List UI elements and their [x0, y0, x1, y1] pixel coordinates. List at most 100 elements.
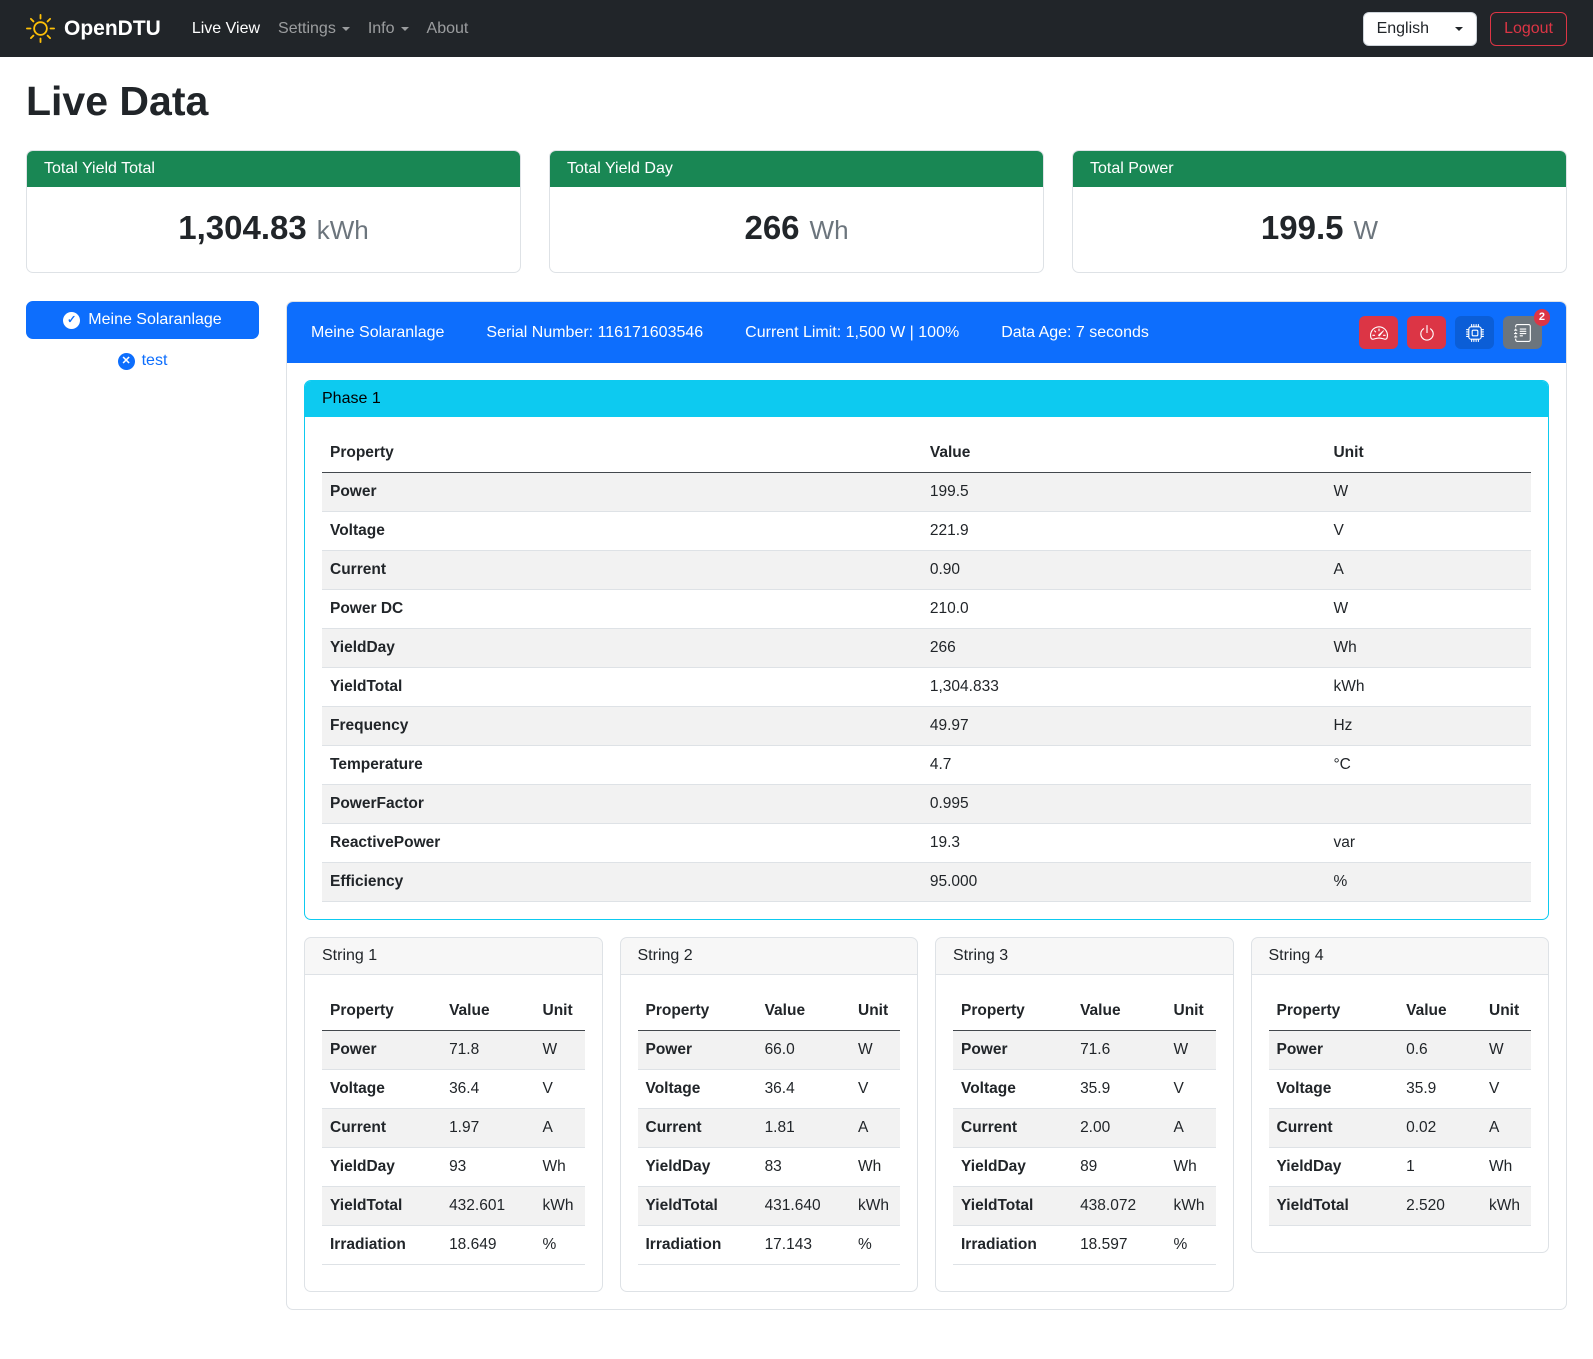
- table-row: Power 66.0 W: [638, 1031, 901, 1070]
- unit-cell: A: [1166, 1109, 1216, 1148]
- property-cell: Irradiation: [638, 1226, 757, 1265]
- value-cell: 199.5: [922, 473, 1326, 512]
- value-cell: 432.601: [441, 1187, 534, 1226]
- value-cell: 36.4: [441, 1070, 534, 1109]
- unit-cell: Wh: [850, 1148, 900, 1187]
- inverter-select-button[interactable]: ✓ Meine Solaranlage: [26, 301, 259, 339]
- unit-cell: Wh: [1481, 1148, 1531, 1187]
- table-row: Irradiation 17.143 %: [638, 1226, 901, 1265]
- col-header-value: Value: [757, 992, 850, 1031]
- inverter-name: Meine Solaranlage: [311, 324, 444, 342]
- value-cell: 0.995: [922, 785, 1326, 824]
- table-row: Temperature 4.7 °C: [322, 746, 1531, 785]
- property-cell: Power: [953, 1031, 1072, 1070]
- unit-cell: [1325, 785, 1531, 824]
- table-row: YieldTotal 431.640 kWh: [638, 1187, 901, 1226]
- string-card: String 4 Property Value Unit: [1251, 937, 1550, 1253]
- unit-cell: A: [535, 1109, 585, 1148]
- value-cell: 35.9: [1398, 1070, 1481, 1109]
- summary-card: Total Yield Total 1,304.83 kWh: [26, 150, 521, 273]
- summary-card-unit: W: [1354, 215, 1379, 246]
- brand[interactable]: OpenDTU: [26, 14, 161, 43]
- inverter-panel: Meine Solaranlage Serial Number: 1161716…: [286, 301, 1567, 1310]
- table-row: YieldDay 1 Wh: [1269, 1148, 1532, 1187]
- string-table: Property Value Unit Power: [638, 992, 901, 1265]
- property-cell: Frequency: [322, 707, 922, 746]
- property-cell: Voltage: [322, 512, 922, 551]
- string-table: Property Value Unit Power: [322, 992, 585, 1265]
- col-header-unit: Unit: [850, 992, 900, 1031]
- table-row: YieldDay 89 Wh: [953, 1148, 1216, 1187]
- nav-info[interactable]: Info: [359, 12, 418, 46]
- nav-info-label: Info: [368, 20, 395, 38]
- unit-cell: Hz: [1325, 707, 1531, 746]
- event-log-button[interactable]: 2: [1503, 316, 1542, 349]
- value-cell: 36.4: [757, 1070, 850, 1109]
- col-header-unit: Unit: [1481, 992, 1531, 1031]
- summary-card-unit: Wh: [810, 215, 849, 246]
- panel-actions: 2: [1359, 316, 1542, 349]
- table-header-row: Property Value Unit: [638, 992, 901, 1031]
- table-row: Voltage 35.9 V: [953, 1070, 1216, 1109]
- property-cell: Irradiation: [322, 1226, 441, 1265]
- unit-cell: W: [1481, 1031, 1531, 1070]
- unit-cell: W: [535, 1031, 585, 1070]
- property-cell: Voltage: [638, 1070, 757, 1109]
- unit-cell: W: [850, 1031, 900, 1070]
- phase-card: Phase 1 Property Value Unit: [304, 380, 1549, 920]
- summary-card-value: 199.5: [1261, 209, 1344, 247]
- language-select[interactable]: English: [1363, 12, 1477, 46]
- property-cell: Voltage: [322, 1070, 441, 1109]
- unit-cell: V: [1166, 1070, 1216, 1109]
- string-card: String 2 Property Value Unit: [620, 937, 919, 1292]
- property-cell: Current: [1269, 1109, 1399, 1148]
- property-cell: Power DC: [322, 590, 922, 629]
- col-header-unit: Unit: [1166, 992, 1216, 1031]
- property-cell: Voltage: [1269, 1070, 1399, 1109]
- value-cell: 66.0: [757, 1031, 850, 1070]
- col-header-value: Value: [922, 434, 1326, 473]
- language-value: English: [1377, 20, 1429, 38]
- table-row: Current 2.00 A: [953, 1109, 1216, 1148]
- table-row: ReactivePower 19.3 var: [322, 824, 1531, 863]
- property-cell: YieldTotal: [953, 1187, 1072, 1226]
- value-cell: 49.97: [922, 707, 1326, 746]
- nav-about[interactable]: About: [418, 12, 478, 46]
- table-header-row: Property Value Unit: [322, 434, 1531, 473]
- inverter-item-test[interactable]: ✕ test: [118, 352, 168, 370]
- value-cell: 71.8: [441, 1031, 534, 1070]
- col-header-property: Property: [322, 434, 922, 473]
- table-row: Power 199.5 W: [322, 473, 1531, 512]
- value-cell: 0.90: [922, 551, 1326, 590]
- nav-settings-label: Settings: [278, 20, 336, 38]
- table-row: YieldTotal 432.601 kWh: [322, 1187, 585, 1226]
- current-limit: Current Limit: 1,500 W | 100%: [745, 324, 959, 342]
- nav-live-view[interactable]: Live View: [183, 12, 269, 46]
- power-button[interactable]: [1407, 316, 1446, 349]
- unit-cell: var: [1325, 824, 1531, 863]
- unit-cell: V: [1481, 1070, 1531, 1109]
- value-cell: 438.072: [1072, 1187, 1165, 1226]
- table-row: YieldDay 83 Wh: [638, 1148, 901, 1187]
- value-cell: 4.7: [922, 746, 1326, 785]
- value-cell: 18.649: [441, 1226, 534, 1265]
- inverter-panel-header: Meine Solaranlage Serial Number: 1161716…: [287, 302, 1566, 363]
- table-row: Power 71.6 W: [953, 1031, 1216, 1070]
- property-cell: YieldTotal: [322, 668, 922, 707]
- table-row: Current 0.90 A: [322, 551, 1531, 590]
- serial-number: Serial Number: 116171603546: [486, 324, 703, 342]
- unit-cell: %: [535, 1226, 585, 1265]
- table-row: YieldTotal 1,304.833 kWh: [322, 668, 1531, 707]
- col-header-property: Property: [1269, 992, 1399, 1031]
- nav-settings[interactable]: Settings: [269, 12, 359, 46]
- property-cell: Power: [1269, 1031, 1399, 1070]
- value-cell: 35.9: [1072, 1070, 1165, 1109]
- property-cell: YieldTotal: [1269, 1187, 1399, 1226]
- table-row: Voltage 36.4 V: [638, 1070, 901, 1109]
- limit-settings-button[interactable]: [1359, 316, 1398, 349]
- unit-cell: W: [1325, 473, 1531, 512]
- device-info-button[interactable]: [1455, 316, 1494, 349]
- cpu-icon: [1466, 324, 1484, 342]
- logout-button[interactable]: Logout: [1490, 12, 1567, 46]
- string-title: String 4: [1252, 938, 1549, 975]
